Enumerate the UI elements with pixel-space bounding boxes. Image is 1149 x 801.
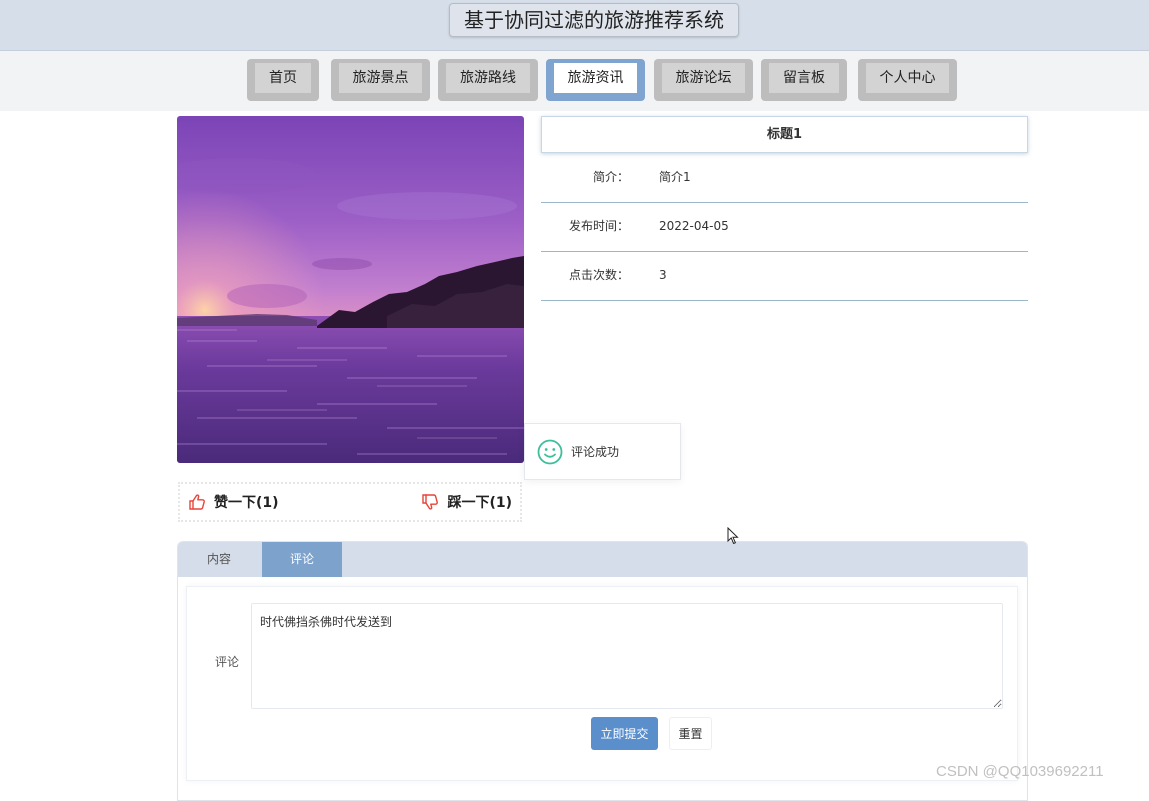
dislike-label: 踩一下(1) <box>447 495 512 511</box>
site-title: 基于协同过滤的旅游推荐系统 <box>449 3 739 37</box>
info-label: 简介： <box>592 170 629 184</box>
tab-bar: 内容 评论 <box>178 542 1027 577</box>
nav-item-label: 个人中心 <box>866 63 949 93</box>
article-cover-image <box>177 116 524 463</box>
thumbs-down-icon <box>421 493 439 511</box>
nav-item-attractions[interactable]: 旅游景点 <box>331 59 430 101</box>
nav-item-label: 旅游论坛 <box>662 63 745 93</box>
nav-item-label: 留言板 <box>769 63 839 93</box>
comment-label: 评论 <box>215 655 240 669</box>
info-value: 2022-04-05 <box>659 219 729 233</box>
submit-button[interactable]: 立即提交 <box>591 717 658 750</box>
nav-item-home[interactable]: 首页 <box>247 59 319 101</box>
nav-item-message-board[interactable]: 留言板 <box>761 59 847 101</box>
nav-item-label: 旅游资讯 <box>554 63 637 93</box>
main-nav: 首页 旅游景点 旅游路线 旅游资讯 旅游论坛 留言板 个人中心 <box>0 51 1149 111</box>
tab-comment[interactable]: 评论 <box>262 542 342 577</box>
nav-item-label: 旅游景点 <box>339 63 422 93</box>
nav-item-forum[interactable]: 旅游论坛 <box>654 59 753 101</box>
success-toast: 评论成功 <box>524 423 681 480</box>
article-title: 标题1 <box>541 116 1028 153</box>
info-label: 发布时间： <box>568 219 629 233</box>
tab-content[interactable]: 内容 <box>178 542 260 577</box>
comment-textarea[interactable]: 时代佛挡杀佛时代发送到 <box>251 603 1003 709</box>
vote-bar: 赞一下(1) 踩一下(1) <box>178 482 522 522</box>
info-row-summary: 简介： 简介1 <box>541 153 1028 203</box>
info-label: 点击次数： <box>568 268 629 282</box>
header-bar: 基于协同过滤的旅游推荐系统 <box>0 0 1149 51</box>
like-label: 赞一下(1) <box>214 495 279 511</box>
smile-icon <box>537 439 563 465</box>
info-value: 3 <box>659 268 667 282</box>
reset-button[interactable]: 重置 <box>669 717 712 750</box>
info-row-publish-time: 发布时间： 2022-04-05 <box>541 202 1028 252</box>
thumbs-up-icon <box>188 493 206 511</box>
detail-tabs-panel: 内容 评论 评论 时代佛挡杀佛时代发送到 立即提交 重置 <box>177 541 1028 801</box>
dislike-button[interactable]: 踩一下(1) <box>421 484 512 520</box>
nav-item-news[interactable]: 旅游资讯 <box>546 59 645 101</box>
like-button[interactable]: 赞一下(1) <box>188 484 279 520</box>
watermark: CSDN @QQ1039692211 <box>936 763 1104 780</box>
info-value: 简介1 <box>659 170 691 184</box>
nav-item-label: 旅游路线 <box>446 63 530 93</box>
mouse-cursor-icon <box>727 526 739 549</box>
toast-message: 评论成功 <box>571 445 620 459</box>
info-row-click-count: 点击次数： 3 <box>541 251 1028 301</box>
nav-item-routes[interactable]: 旅游路线 <box>438 59 538 101</box>
comment-form: 评论 时代佛挡杀佛时代发送到 立即提交 重置 <box>186 586 1018 781</box>
nav-item-label: 首页 <box>255 63 311 93</box>
nav-item-profile[interactable]: 个人中心 <box>858 59 957 101</box>
